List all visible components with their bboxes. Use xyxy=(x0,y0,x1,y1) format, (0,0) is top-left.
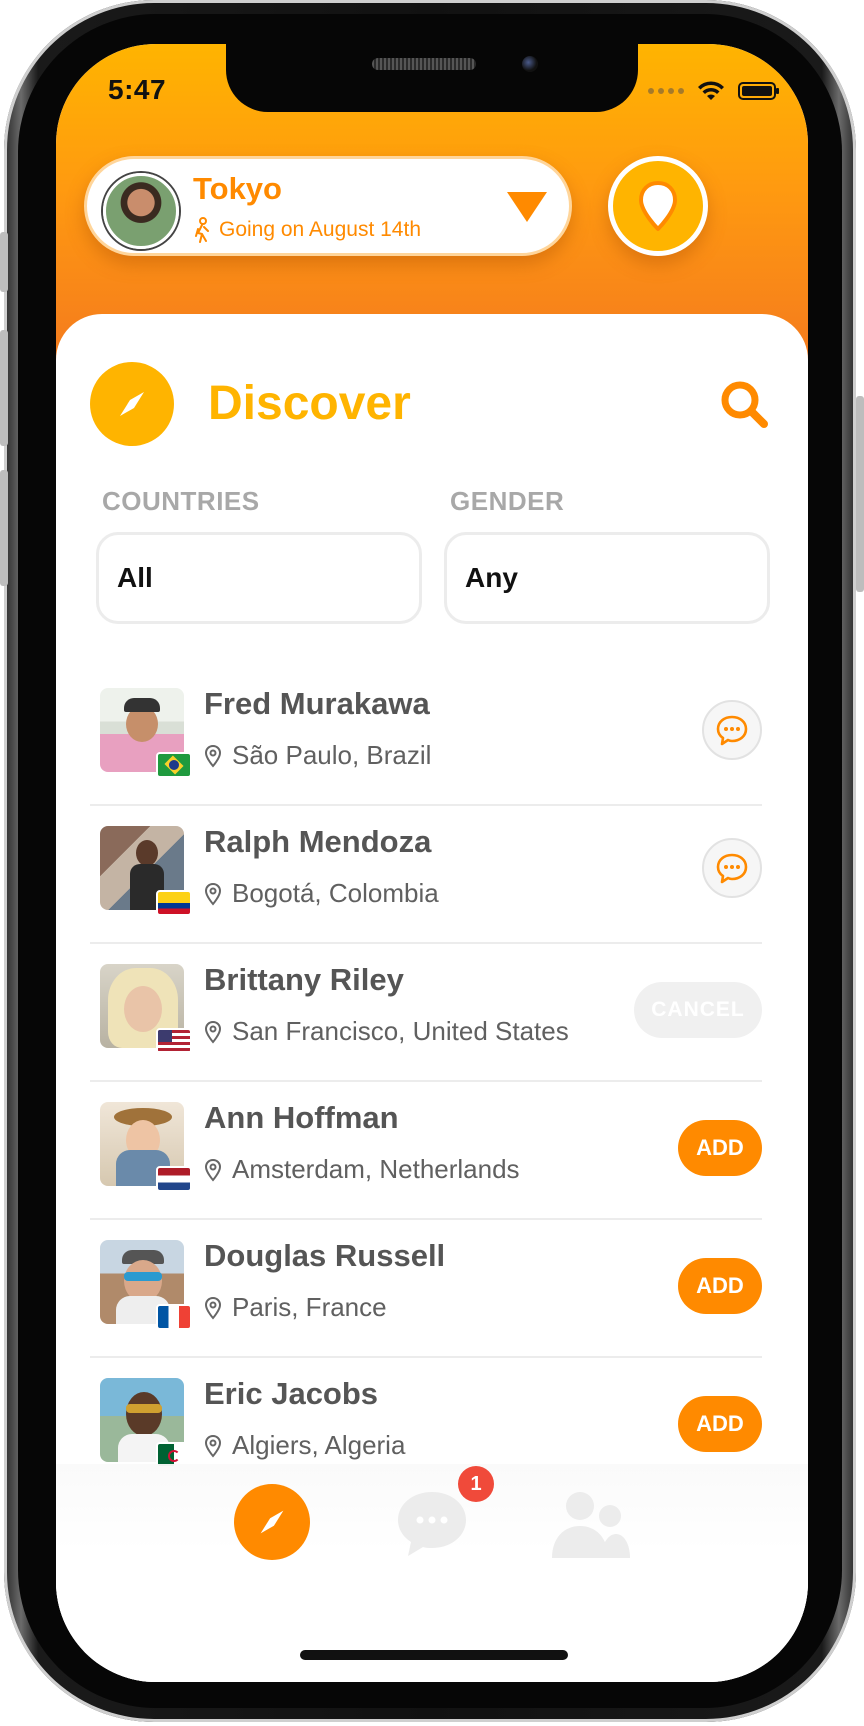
page-title: Discover xyxy=(208,377,411,430)
person-name: Fred Murakawa xyxy=(204,686,430,721)
add-friend-button[interactable]: ADD xyxy=(678,1120,762,1176)
netherlands-flag xyxy=(156,1166,192,1192)
person-location: Amsterdam, Netherlands xyxy=(232,1154,520,1184)
trip-subtitle-row: Going on August 14th xyxy=(193,217,421,243)
person-location-row: Bogotá, Colombia xyxy=(204,878,439,909)
person-location: São Paulo, Brazil xyxy=(232,740,432,770)
gender-select[interactable]: Any xyxy=(444,532,770,624)
location-pin-button[interactable] xyxy=(608,156,708,256)
person-name: Eric Jacobs xyxy=(204,1376,379,1411)
trip-subtitle: Going on August 14th xyxy=(219,218,421,241)
person-name: Ralph Mendoza xyxy=(204,824,432,859)
home-indicator[interactable] xyxy=(300,1650,568,1660)
person-name: Douglas Russell xyxy=(204,1238,446,1273)
chat-button[interactable] xyxy=(702,838,762,898)
person-location-row: Paris, France xyxy=(204,1292,387,1323)
location-pin-icon xyxy=(204,1020,222,1044)
list-item[interactable]: Ann Hoffman Amsterdam, Netherlands ADD xyxy=(90,1082,762,1220)
notch xyxy=(226,44,638,112)
mute-switch xyxy=(0,232,8,292)
speaker-grille xyxy=(372,58,476,70)
discover-compass-icon xyxy=(90,362,174,446)
traveler-icon xyxy=(195,217,209,243)
chat-bubble-icon xyxy=(716,853,748,884)
person-location-row: San Francisco, United States xyxy=(204,1016,569,1047)
chat-button[interactable] xyxy=(702,700,762,760)
brazil-flag xyxy=(156,752,192,778)
status-time: 5:47 xyxy=(108,74,167,105)
person-location-row: Amsterdam, Netherlands xyxy=(204,1154,520,1185)
countries-select[interactable]: All xyxy=(96,532,422,624)
signal-icon xyxy=(648,88,684,94)
person-location: Paris, France xyxy=(232,1292,387,1322)
location-pin-icon xyxy=(204,1296,222,1320)
location-pin-icon xyxy=(204,1158,222,1182)
chat-badge: 1 xyxy=(458,1466,494,1502)
location-pin-icon xyxy=(204,744,222,768)
list-item[interactable]: Brittany Riley San Francisco, United Sta… xyxy=(90,944,762,1082)
user-avatar[interactable] xyxy=(103,173,179,249)
cancel-request-button[interactable]: CANCEL xyxy=(634,982,762,1038)
compass-icon xyxy=(260,1510,284,1534)
trip-city: Tokyo xyxy=(193,171,282,206)
person-location: Bogotá, Colombia xyxy=(232,878,439,908)
status-icons xyxy=(648,80,779,102)
gender-label: GENDER xyxy=(450,486,565,516)
volume-up-button xyxy=(0,330,8,446)
location-pin-icon xyxy=(204,1434,222,1458)
chat-bubble-icon xyxy=(716,715,748,746)
list-item[interactable]: Douglas Russell Paris, France ADD xyxy=(90,1220,762,1358)
person-location-row: São Paulo, Brazil xyxy=(204,740,431,771)
front-camera xyxy=(522,56,538,72)
list-item[interactable]: Ralph Mendoza Bogotá, Colombia xyxy=(90,806,762,944)
person-name: Brittany Riley xyxy=(204,962,404,997)
location-pin-icon xyxy=(204,882,222,906)
chevron-down-icon[interactable] xyxy=(507,192,547,222)
volume-down-button xyxy=(0,470,8,586)
usa-flag xyxy=(156,1028,192,1054)
person-location: San Francisco, United States xyxy=(232,1016,569,1046)
wifi-icon xyxy=(698,81,724,100)
person-location: Algiers, Algeria xyxy=(232,1430,406,1460)
france-flag xyxy=(156,1304,192,1330)
nav-discover-tab[interactable] xyxy=(234,1484,310,1560)
phone-screen: 5:47 Tokyo Going on August 14th Discover… xyxy=(56,44,808,1682)
search-icon[interactable] xyxy=(716,376,772,432)
battery-icon xyxy=(738,82,779,100)
nav-friends-tab[interactable] xyxy=(550,1488,632,1560)
colombia-flag xyxy=(156,890,192,916)
nav-chats-tab[interactable] xyxy=(394,1488,470,1560)
trip-selector[interactable]: Tokyo Going on August 14th xyxy=(84,156,572,256)
add-friend-button[interactable]: ADD xyxy=(678,1396,762,1452)
power-button xyxy=(856,396,864,592)
countries-label: COUNTRIES xyxy=(102,486,260,516)
person-location-row: Algiers, Algeria xyxy=(204,1430,405,1461)
people-list: Fred Murakawa São Paulo, Brazil Ralph Me… xyxy=(90,668,762,1494)
list-item[interactable]: Fred Murakawa São Paulo, Brazil xyxy=(90,668,762,806)
add-friend-button[interactable]: ADD xyxy=(678,1258,762,1314)
location-pin-icon xyxy=(639,181,677,231)
person-name: Ann Hoffman xyxy=(204,1100,399,1135)
